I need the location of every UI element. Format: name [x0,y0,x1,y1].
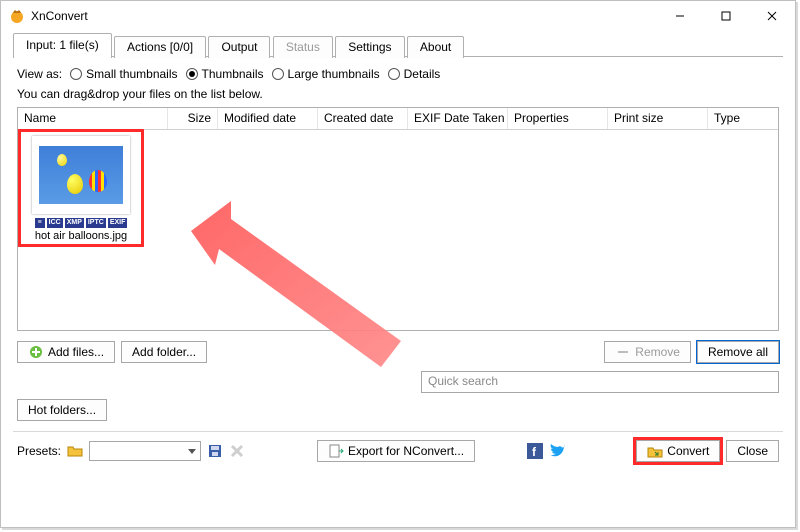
col-print[interactable]: Print size [608,108,708,129]
convert-button[interactable]: Convert [636,440,720,462]
tab-output[interactable]: Output [208,36,270,58]
radio-details[interactable]: Details [388,67,441,81]
bottom-bar: Presets: Export for NConvert... f [13,440,783,466]
metadata-badges: ≡ ICC XMP IPTC EXIF [21,218,141,228]
tab-strip: Input: 1 file(s) Actions [0/0] Output St… [13,33,783,57]
presets-label: Presets: [17,444,61,458]
drag-drop-hint: You can drag&drop your files on the list… [17,87,779,101]
preset-combo[interactable] [89,441,201,461]
col-type[interactable]: Type [708,108,778,129]
facebook-icon[interactable]: f [527,443,543,459]
tab-settings[interactable]: Settings [335,36,404,58]
col-exif[interactable]: EXIF Date Taken [408,108,508,129]
thumbnail-item[interactable]: ≡ ICC XMP IPTC EXIF hot air balloons.jpg [21,132,141,244]
col-created[interactable]: Created date [318,108,408,129]
tab-about[interactable]: About [407,36,464,58]
plus-icon [28,344,44,360]
window-title: XnConvert [31,9,657,23]
add-files-button[interactable]: Add files... [17,341,115,363]
hot-folders-button[interactable]: Hot folders... [17,399,107,421]
thumbnail-preview [32,136,130,214]
tab-input[interactable]: Input: 1 file(s) [13,33,112,58]
preset-open-icon[interactable] [67,443,83,459]
quick-search-input[interactable]: Quick search [421,371,779,393]
app-icon [9,8,25,24]
convert-icon [647,443,663,459]
title-bar: XnConvert [1,1,795,31]
add-folder-button[interactable]: Add folder... [121,341,207,363]
save-preset-icon[interactable] [207,443,223,459]
remove-all-button[interactable]: Remove all [697,341,779,363]
col-size[interactable]: Size [168,108,218,129]
view-as-label: View as: [17,67,62,81]
delete-preset-icon[interactable] [229,443,245,459]
col-modified[interactable]: Modified date [218,108,318,129]
close-button[interactable]: Close [726,440,779,462]
col-name[interactable]: Name [18,108,168,129]
export-icon [328,443,344,459]
tab-status[interactable]: Status [273,36,333,58]
thumbnail-filename: hot air balloons.jpg [21,230,141,242]
minus-icon [615,344,631,360]
maximize-button[interactable] [703,1,749,31]
radio-small-thumbnails[interactable]: Small thumbnails [70,67,177,81]
twitter-icon[interactable] [549,443,565,459]
radio-large-thumbnails[interactable]: Large thumbnails [272,67,380,81]
app-window: XnConvert Input: 1 file(s) Actions [0/0]… [0,0,796,528]
list-header[interactable]: Name Size Modified date Created date EXI… [18,108,778,130]
minimize-button[interactable] [657,1,703,31]
radio-thumbnails[interactable]: Thumbnails [186,67,264,81]
file-list: Name Size Modified date Created date EXI… [17,107,779,331]
close-window-button[interactable] [749,1,795,31]
remove-button[interactable]: Remove [604,341,691,363]
export-nconvert-button[interactable]: Export for NConvert... [317,440,475,462]
tab-actions[interactable]: Actions [0/0] [114,36,206,58]
col-properties[interactable]: Properties [508,108,608,129]
